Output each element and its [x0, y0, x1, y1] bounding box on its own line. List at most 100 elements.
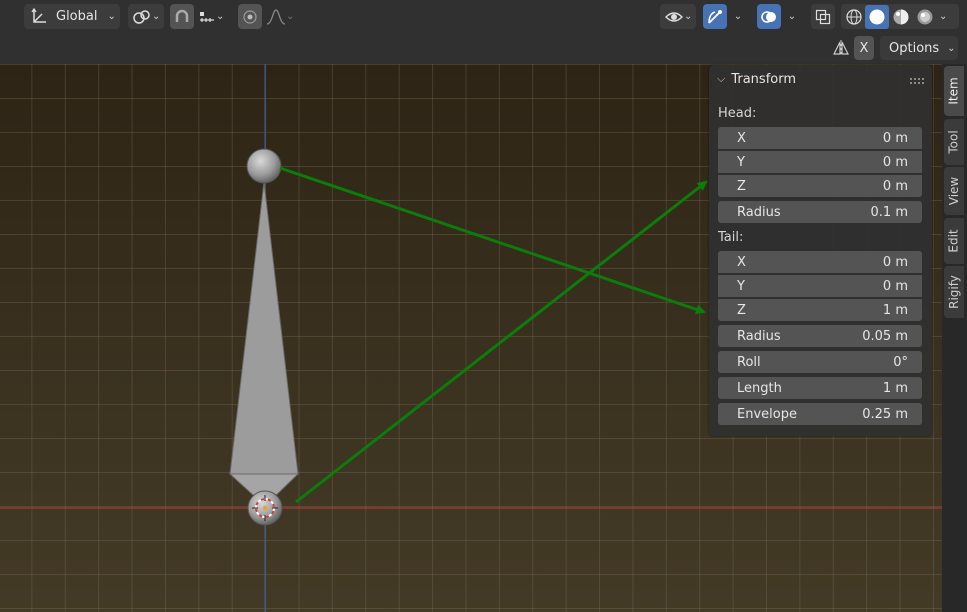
field-value: 0.05 m: [862, 328, 908, 344]
viewport-subheader: [0, 33, 967, 64]
chevron-down-icon: ⌵: [717, 72, 726, 85]
snap-increment-icon: [200, 11, 214, 22]
tab-rigify-label: Rigify: [947, 275, 961, 309]
field-label: Y: [737, 154, 745, 170]
bone-body: [229, 181, 299, 475]
mirror-icon[interactable]: [832, 39, 850, 57]
tab-edit-label: Edit: [947, 229, 961, 253]
annotation-arrow-tail-to-head: [295, 180, 708, 504]
drag-handle-icon[interactable]: [910, 74, 924, 84]
proportional-editing-toggle[interactable]: [238, 4, 262, 29]
shading-mode-group: ⌄: [841, 4, 959, 29]
chevron-down-icon: ⌄: [216, 11, 225, 22]
field-value: 0°: [893, 354, 908, 370]
mirror-x-toggle[interactable]: X: [854, 36, 874, 60]
pivot-point-icon: [133, 9, 150, 24]
envelope-field[interactable]: Envelope 0.25 m: [718, 403, 922, 425]
proportional-falloff-dropdown[interactable]: ⌄: [264, 4, 300, 29]
snap-toggle[interactable]: [170, 4, 194, 29]
transform-orientation-label: Global: [56, 9, 98, 24]
chevron-down-icon: ⌄: [152, 11, 161, 22]
visibility-icon: [665, 11, 683, 22]
tail-radius-field[interactable]: Radius 0.05 m: [718, 325, 922, 347]
tab-rigify[interactable]: Rigify: [944, 266, 964, 318]
viewport-header: Global ⌄ ⌄ ⌄ ⌄ ⌄ ⌄ ⌄ ⌄: [0, 0, 967, 33]
options-label: Options: [889, 40, 940, 56]
transform-panel: ⌵ Transform Head: X 0 m Y 0 m Z 0 m Radi…: [709, 65, 932, 436]
gizmo-dropdown[interactable]: ⌄: [728, 4, 748, 29]
tab-tool-label: Tool: [947, 130, 961, 154]
tail-section-label: Tail:: [718, 230, 744, 245]
field-value: 0.25 m: [862, 406, 908, 422]
transform-orientation-dropdown[interactable]: Global ⌄: [24, 4, 120, 29]
falloff-curve-icon: [266, 8, 286, 25]
proportional-editing-icon: [243, 9, 257, 24]
xray-toggle[interactable]: [811, 4, 835, 29]
tab-item-label: Item: [947, 77, 962, 105]
field-value: 1 m: [882, 380, 908, 396]
transform-panel-header[interactable]: ⌵ Transform: [709, 65, 932, 93]
field-value: 1 m: [882, 302, 908, 318]
field-label: Radius: [737, 328, 781, 344]
overlays-icon: [761, 10, 776, 23]
field-label: Z: [737, 178, 746, 194]
chevron-down-icon: ⌄: [684, 11, 693, 22]
panel-title: Transform: [731, 71, 797, 87]
tail-y-field[interactable]: Y 0 m: [718, 275, 922, 297]
head-y-field[interactable]: Y 0 m: [718, 151, 922, 173]
snap-target-dropdown[interactable]: ⌄: [196, 4, 232, 29]
field-label: Z: [737, 302, 746, 318]
field-value: 0.1 m: [870, 204, 908, 220]
tab-item[interactable]: Item: [944, 66, 964, 116]
shading-wireframe-button[interactable]: [843, 6, 865, 28]
field-value: 0 m: [882, 154, 908, 170]
shading-solid-icon: [869, 9, 885, 24]
bone-head-joint[interactable]: [246, 148, 282, 184]
snap-icon: [175, 9, 189, 22]
tab-edit[interactable]: Edit: [944, 218, 964, 264]
overlays-toggle[interactable]: [757, 4, 781, 29]
tab-view[interactable]: View: [944, 167, 964, 215]
field-value: 0 m: [882, 254, 908, 270]
length-field[interactable]: Length 1 m: [718, 377, 922, 399]
field-label: X: [737, 130, 746, 146]
visibility-dropdown[interactable]: ⌄: [660, 4, 696, 29]
annotation-arrow-head-to-tail: [279, 166, 706, 315]
chevron-down-icon: ⌄: [787, 11, 797, 22]
shading-solid-button[interactable]: [865, 4, 889, 29]
field-value: 0 m: [882, 178, 908, 194]
head-radius-field[interactable]: Radius 0.1 m: [718, 201, 922, 223]
tail-z-field[interactable]: Z 1 m: [718, 299, 922, 321]
chevron-down-icon: ⌄: [733, 11, 743, 22]
options-dropdown[interactable]: Options ⌄: [880, 36, 958, 60]
tail-x-field[interactable]: X 0 m: [718, 251, 922, 273]
mirror-x-label: X: [859, 40, 869, 56]
shading-rendered-icon: [917, 9, 933, 24]
roll-field[interactable]: Roll 0°: [718, 351, 922, 373]
field-label: X: [737, 254, 746, 270]
field-label: Radius: [737, 204, 781, 220]
pivot-point-dropdown[interactable]: ⌄: [128, 4, 164, 29]
gizmo-icon: [708, 9, 722, 24]
chevron-down-icon[interactable]: ⌄: [939, 11, 947, 22]
gizmo-toggle[interactable]: [703, 4, 727, 29]
overlays-dropdown[interactable]: ⌄: [782, 4, 802, 29]
chevron-down-icon: ⌄: [107, 11, 116, 22]
shading-material-button[interactable]: [889, 6, 913, 28]
tab-view-label: View: [947, 176, 962, 206]
transform-orientation-icon: [31, 7, 46, 23]
chevron-down-icon: ⌄: [947, 42, 956, 54]
field-value: 0 m: [882, 130, 908, 146]
field-label: Envelope: [737, 406, 797, 422]
chevron-down-icon: ⌄: [286, 11, 295, 22]
shading-rendered-button[interactable]: [913, 6, 937, 28]
head-x-field[interactable]: X 0 m: [718, 127, 922, 149]
shading-wireframe-icon: [846, 8, 862, 25]
head-z-field[interactable]: Z 0 m: [718, 175, 922, 197]
bone[interactable]: [228, 148, 300, 526]
field-value: 0 m: [882, 278, 908, 294]
shading-material-icon: [893, 9, 909, 24]
head-section-label: Head:: [718, 106, 757, 121]
xray-icon: [815, 9, 831, 24]
tab-tool[interactable]: Tool: [944, 119, 964, 165]
